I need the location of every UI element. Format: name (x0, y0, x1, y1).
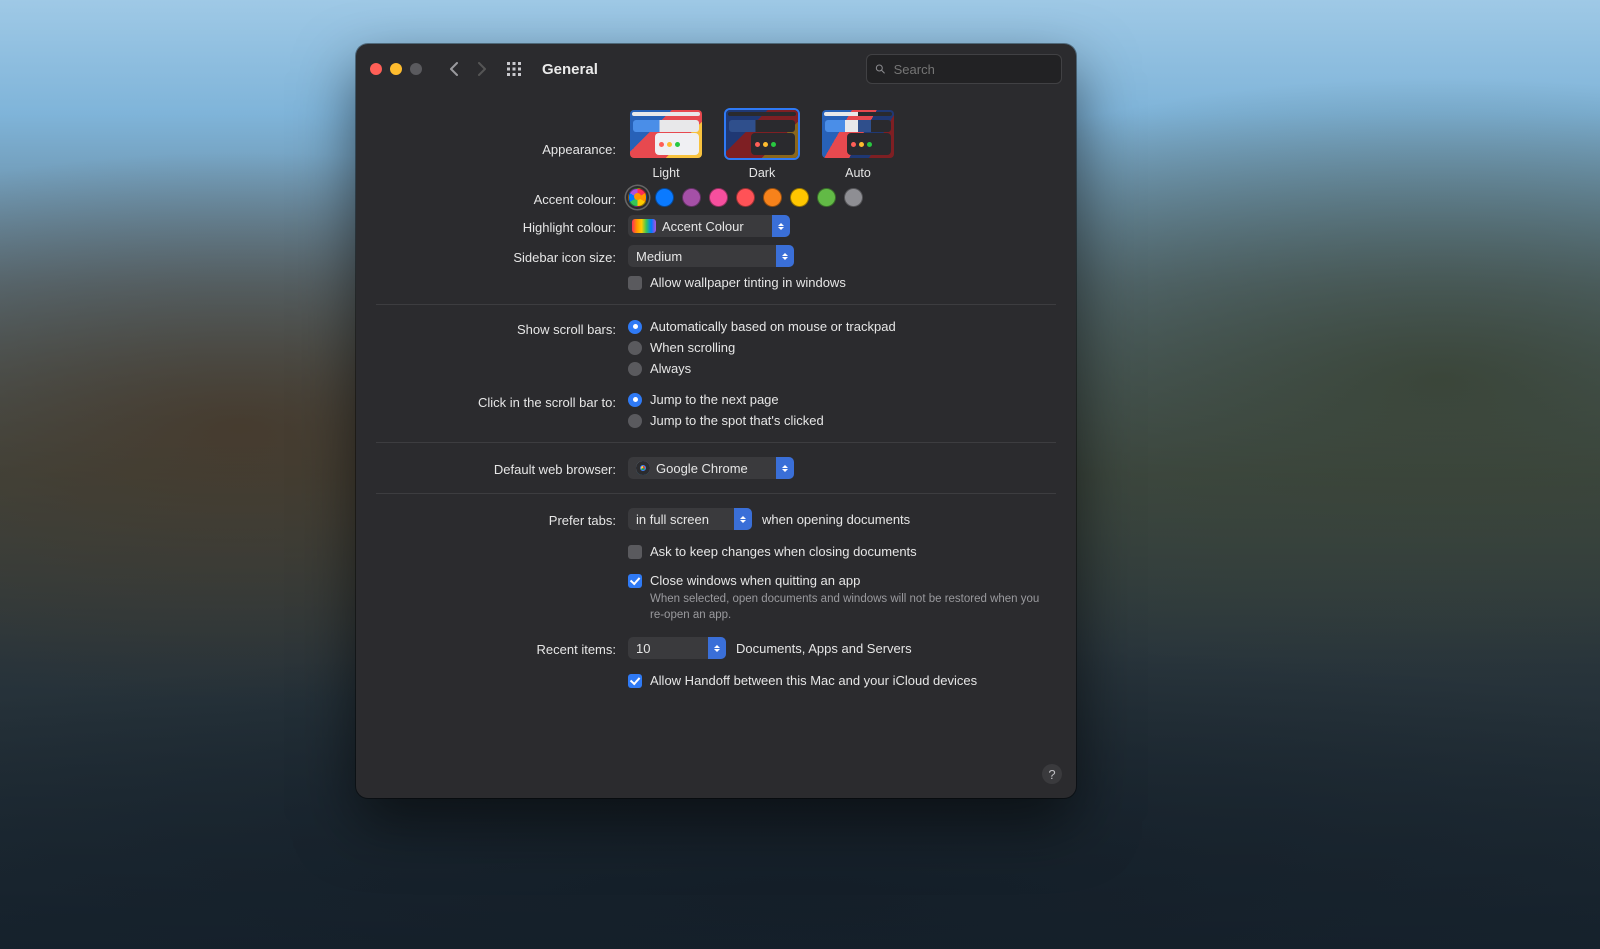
accent-swatch-7[interactable] (817, 188, 836, 207)
accent-colour-label: Accent colour: (376, 189, 628, 207)
colour-swatch-icon (632, 219, 656, 233)
separator (376, 442, 1056, 443)
accent-swatch-0[interactable] (628, 188, 647, 207)
highlight-colour-label: Highlight colour: (376, 217, 628, 235)
recent-items-label: Recent items: (376, 639, 628, 657)
appearance-dark[interactable]: Dark (724, 108, 800, 180)
prefer-tabs-popup[interactable]: in full screen (628, 508, 752, 530)
scroll-bars-auto[interactable]: Automatically based on mouse or trackpad (628, 319, 1056, 334)
preferences-window: General Appearance: Light Dark (356, 44, 1076, 798)
titlebar: General (356, 44, 1076, 94)
search-input[interactable] (892, 61, 1053, 78)
default-browser-popup[interactable]: Google Chrome (628, 457, 794, 479)
preferences-body: Appearance: Light Dark Auto (356, 94, 1076, 706)
zoom-window-button[interactable] (410, 63, 422, 75)
scroll-bars-when-scrolling[interactable]: When scrolling (628, 340, 1056, 355)
back-button[interactable] (440, 57, 468, 81)
accent-swatch-1[interactable] (655, 188, 674, 207)
highlight-colour-popup[interactable]: Accent Colour (628, 215, 790, 237)
help-button[interactable]: ? (1042, 764, 1062, 784)
accent-colour-picker (628, 188, 1056, 207)
sidebar-size-label: Sidebar icon size: (376, 247, 628, 265)
accent-swatch-3[interactable] (709, 188, 728, 207)
scroll-click-spot[interactable]: Jump to the spot that's clicked (628, 413, 1056, 428)
accent-swatch-8[interactable] (844, 188, 863, 207)
accent-swatch-4[interactable] (736, 188, 755, 207)
appearance-light[interactable]: Light (628, 108, 704, 180)
forward-button[interactable] (468, 57, 496, 81)
close-windows-label: Close windows when quitting an app (650, 573, 1040, 588)
handoff-checkbox[interactable]: Allow Handoff between this Mac and your … (628, 673, 1056, 688)
close-windows-checkbox[interactable]: Close windows when quitting an app When … (628, 573, 1056, 623)
default-browser-value: Google Chrome (656, 461, 748, 476)
appearance-label: Appearance: (376, 108, 628, 157)
window-controls (370, 63, 422, 75)
appearance-auto-label: Auto (845, 166, 871, 180)
scroll-click-group: Jump to the next page Jump to the spot t… (628, 392, 1056, 428)
appearance-picker: Light Dark Auto (628, 108, 1056, 180)
wallpaper-tinting-checkbox[interactable]: Allow wallpaper tinting in windows (628, 275, 1056, 290)
accent-swatch-6[interactable] (790, 188, 809, 207)
window-title: General (542, 61, 598, 78)
ask-keep-changes-label: Ask to keep changes when closing documen… (650, 544, 917, 559)
recent-items-popup[interactable]: 10 (628, 637, 726, 659)
scroll-bars-label: Show scroll bars: (376, 319, 628, 337)
appearance-light-label: Light (652, 166, 679, 180)
chevron-updown-icon (734, 508, 752, 530)
separator (376, 304, 1056, 305)
prefer-tabs-value: in full screen (636, 512, 709, 527)
handoff-label: Allow Handoff between this Mac and your … (650, 673, 977, 688)
search-field[interactable] (866, 54, 1062, 84)
accent-swatch-2[interactable] (682, 188, 701, 207)
wallpaper-tinting-label: Allow wallpaper tinting in windows (650, 275, 846, 290)
sidebar-size-value: Medium (636, 249, 682, 264)
minimize-window-button[interactable] (390, 63, 402, 75)
close-windows-hint: When selected, open documents and window… (650, 592, 1040, 623)
prefer-tabs-suffix: when opening documents (762, 512, 910, 527)
recent-items-suffix: Documents, Apps and Servers (736, 641, 912, 656)
show-all-button[interactable] (502, 57, 526, 81)
scroll-bars-group: Automatically based on mouse or trackpad… (628, 319, 1056, 376)
scroll-bars-always[interactable]: Always (628, 361, 1056, 376)
separator (376, 493, 1056, 494)
appearance-dark-label: Dark (749, 166, 775, 180)
sidebar-size-popup[interactable]: Medium (628, 245, 794, 267)
highlight-colour-value: Accent Colour (662, 219, 744, 234)
chevron-updown-icon (776, 457, 794, 479)
appearance-auto[interactable]: Auto (820, 108, 896, 180)
search-icon (875, 63, 886, 75)
prefer-tabs-label: Prefer tabs: (376, 510, 628, 528)
chrome-icon (636, 461, 650, 475)
scroll-click-next-page[interactable]: Jump to the next page (628, 392, 1056, 407)
scroll-click-label: Click in the scroll bar to: (376, 392, 628, 410)
close-window-button[interactable] (370, 63, 382, 75)
ask-keep-changes-checkbox[interactable]: Ask to keep changes when closing documen… (628, 544, 1056, 559)
chevron-updown-icon (708, 637, 726, 659)
default-browser-label: Default web browser: (376, 459, 628, 477)
chevron-updown-icon (772, 215, 790, 237)
accent-swatch-5[interactable] (763, 188, 782, 207)
chevron-updown-icon (776, 245, 794, 267)
recent-items-value: 10 (636, 641, 650, 656)
